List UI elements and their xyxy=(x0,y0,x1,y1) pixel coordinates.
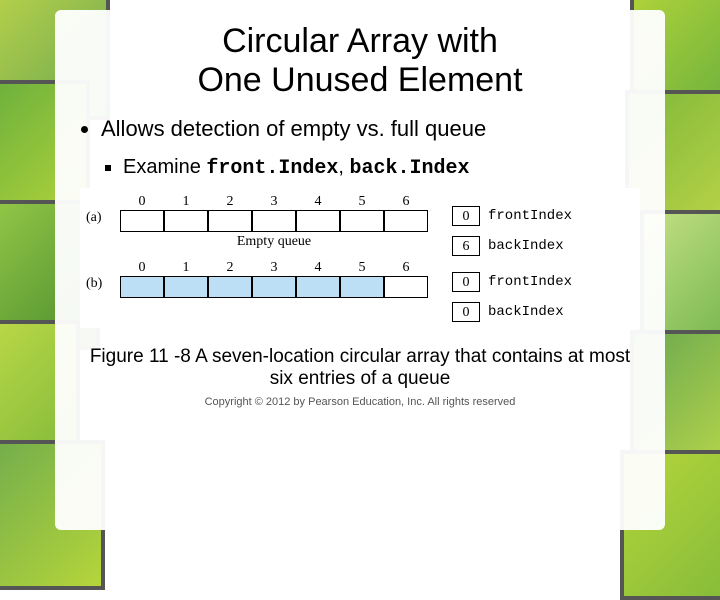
diagram-row-a: (a) 0 1 2 3 4 5 6 xyxy=(86,194,634,256)
index-row-a: 0 1 2 3 4 5 6 xyxy=(120,194,428,210)
idx: 0 xyxy=(120,260,164,276)
idx: 1 xyxy=(164,260,208,276)
idx: 3 xyxy=(252,260,296,276)
array-cell xyxy=(340,276,384,298)
figure-diagram: (a) 0 1 2 3 4 5 6 xyxy=(80,188,640,328)
bullet-item: Allows detection of empty vs. full queue xyxy=(101,116,641,142)
front-index-b: 0 frontIndex xyxy=(452,272,572,292)
array-cell xyxy=(340,210,384,232)
code-front-index: front.Index xyxy=(206,157,338,180)
array-cell xyxy=(120,210,164,232)
array-cell xyxy=(384,276,428,298)
array-cell xyxy=(120,276,164,298)
back-index-a: 6 backIndex xyxy=(452,236,572,256)
row-a-label: (a) xyxy=(86,194,120,226)
slide-title: Circular Array with One Unused Element xyxy=(79,22,641,100)
back-index-value: 6 xyxy=(452,236,480,256)
idx: 1 xyxy=(164,194,208,210)
array-cell xyxy=(164,276,208,298)
idx: 6 xyxy=(384,260,428,276)
front-index-label: frontIndex xyxy=(488,274,572,290)
cell-row-a xyxy=(120,210,428,232)
array-cell xyxy=(296,210,340,232)
row-b-label: (b) xyxy=(86,260,120,292)
row-a-caption: Empty queue xyxy=(120,234,428,250)
back-index-value: 0 xyxy=(452,302,480,322)
array-cell xyxy=(384,210,428,232)
sub-prefix: Examine xyxy=(123,156,206,178)
front-index-label: frontIndex xyxy=(488,208,572,224)
sub-bullet-list: Examine front.Index, back.Index xyxy=(79,156,641,180)
idx: 4 xyxy=(296,194,340,210)
front-index-value: 0 xyxy=(452,206,480,226)
back-index-label: backIndex xyxy=(488,304,564,320)
front-index-value: 0 xyxy=(452,272,480,292)
idx: 5 xyxy=(340,194,384,210)
idx: 2 xyxy=(208,194,252,210)
figure-caption: Figure 11 -8 A seven-location circular a… xyxy=(79,346,641,390)
array-cell xyxy=(252,210,296,232)
array-cell xyxy=(296,276,340,298)
slide-content: Circular Array with One Unused Element A… xyxy=(55,10,665,530)
cell-row-b xyxy=(120,276,428,298)
array-cell xyxy=(208,276,252,298)
idx: 5 xyxy=(340,260,384,276)
idx: 2 xyxy=(208,260,252,276)
array-b: 0 1 2 3 4 5 6 xyxy=(120,260,428,298)
sub-bullet-item: Examine front.Index, back.Index xyxy=(123,156,641,180)
pointers-a: 0 frontIndex 6 backIndex xyxy=(452,194,572,256)
array-a: 0 1 2 3 4 5 6 Empty queue xyxy=(120,194,428,250)
title-line-2: One Unused Element xyxy=(197,61,522,99)
array-cell xyxy=(252,276,296,298)
copyright-text: Copyright © 2012 by Pearson Education, I… xyxy=(79,396,641,408)
pointers-b: 0 frontIndex 0 backIndex xyxy=(452,260,572,322)
back-index-b: 0 backIndex xyxy=(452,302,572,322)
bullet-list: Allows detection of empty vs. full queue xyxy=(79,116,641,142)
array-cell xyxy=(208,210,252,232)
back-index-label: backIndex xyxy=(488,238,564,254)
idx: 6 xyxy=(384,194,428,210)
index-row-b: 0 1 2 3 4 5 6 xyxy=(120,260,428,276)
idx: 0 xyxy=(120,194,164,210)
array-cell xyxy=(164,210,208,232)
code-back-index: back.Index xyxy=(350,157,470,180)
front-index-a: 0 frontIndex xyxy=(452,206,572,226)
sub-sep: , xyxy=(338,156,349,178)
diagram-row-b: (b) 0 1 2 3 4 5 6 xyxy=(86,260,634,322)
idx: 4 xyxy=(296,260,340,276)
idx: 3 xyxy=(252,194,296,210)
title-line-1: Circular Array with xyxy=(222,22,498,60)
